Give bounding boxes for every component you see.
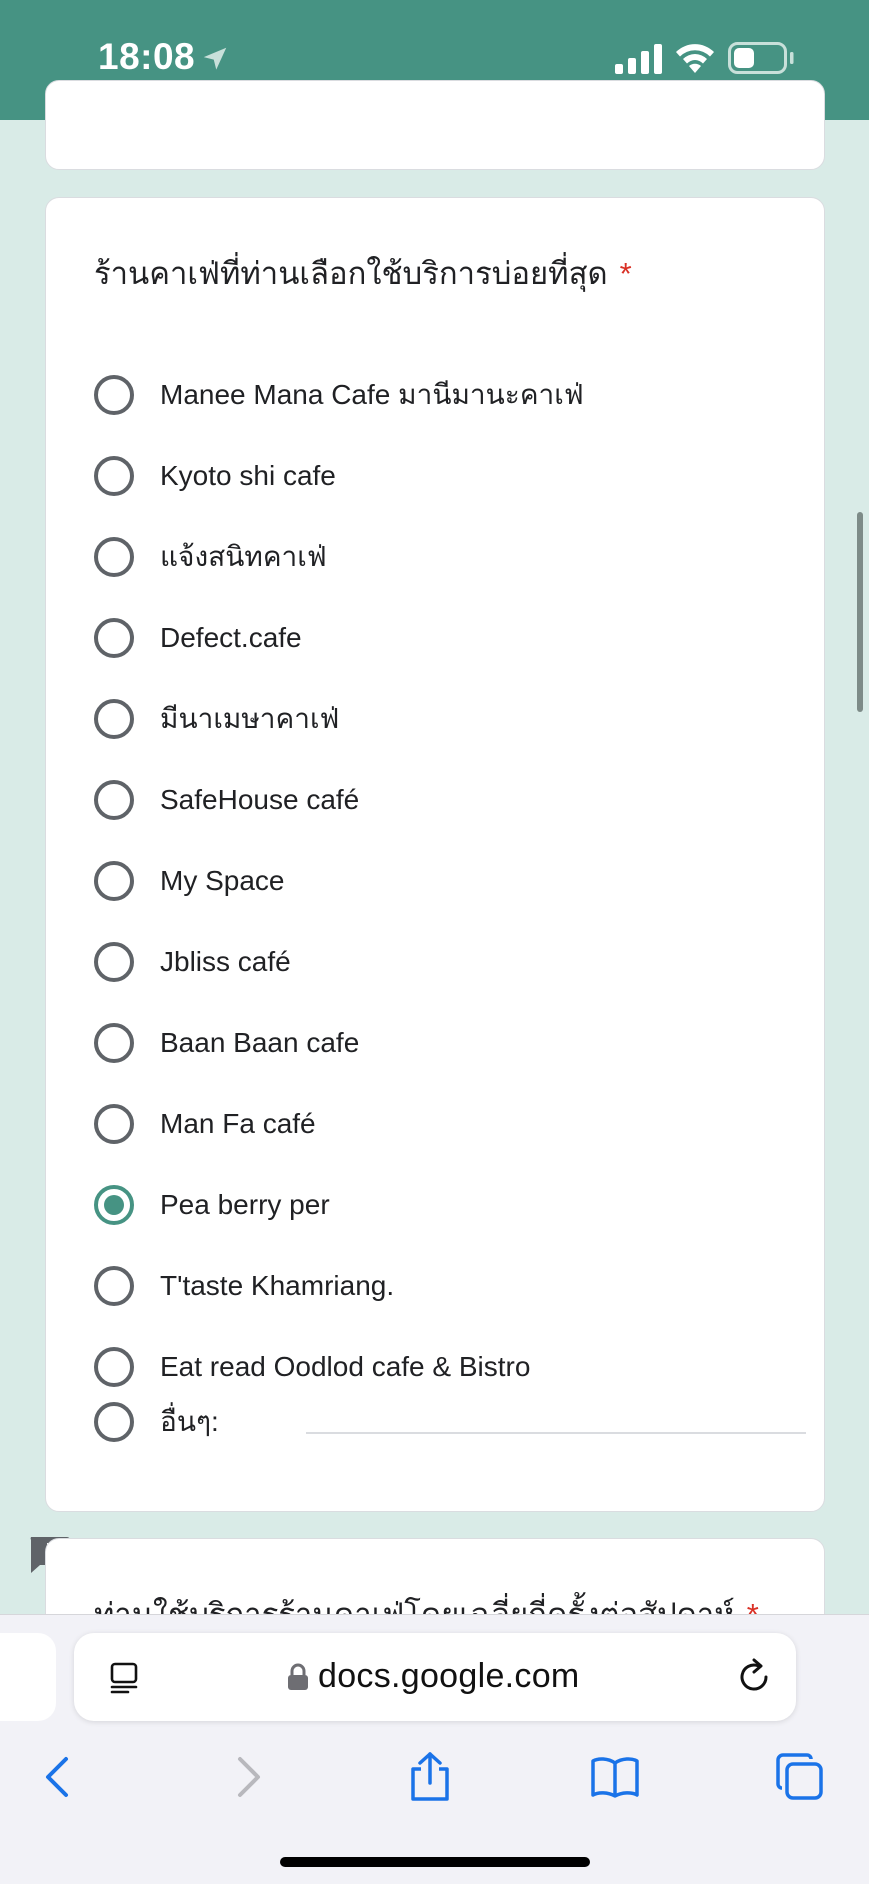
address-text[interactable]: docs.google.com [318,1657,580,1696]
option-item[interactable]: มีนาเมษาคาเฟ่ [94,689,784,749]
previous-question-card [45,80,825,170]
option-item[interactable]: Kyoto shi cafe [94,446,784,506]
option-label: Jbliss café [160,946,291,977]
option-item[interactable]: T'taste Khamriang. [94,1256,784,1316]
option-label: Eat read Oodlod cafe & Bistro [160,1351,531,1382]
previous-tab-peek[interactable] [0,1633,56,1721]
option-item[interactable]: Man Fa café [94,1094,784,1154]
option-label: Baan Baan cafe [160,1027,360,1058]
option-item[interactable]: Jbliss café [94,932,784,992]
tabs-button[interactable] [770,1747,830,1807]
option-label: T'taste Khamriang. [160,1270,395,1301]
radio-button[interactable] [94,456,134,496]
option-label: My Space [160,865,285,896]
bookmarks-button[interactable] [585,1747,645,1807]
radio-button[interactable] [94,375,134,415]
option-item[interactable]: Pea berry per [94,1175,784,1235]
option-label: Manee Mana Cafe มานีมานะคาเฟ่ [160,379,584,410]
reader-mode-icon[interactable] [108,1661,142,1695]
option-label: SafeHouse café [160,784,360,815]
status-time: 18:08 [98,36,196,77]
radio-button[interactable] [94,780,134,820]
location-arrow-icon [203,47,227,70]
option-item[interactable]: My Space [94,851,784,911]
radio-button[interactable] [94,1023,134,1063]
option-item[interactable]: แจ้งสนิทคาเฟ่ [94,527,784,587]
option-label: มีนาเมษาคาเฟ่ [160,703,340,734]
radio-button[interactable] [94,537,134,577]
home-indicator [280,1857,590,1867]
option-item[interactable]: Defect.cafe [94,608,784,668]
option-item[interactable]: SafeHouse café [94,770,784,830]
radio-button[interactable] [94,1347,134,1387]
radio-button[interactable] [94,1104,134,1144]
other-text-field[interactable] [306,1432,806,1434]
radio-button[interactable] [94,1266,134,1306]
option-label: แจ้งสนิทคาเฟ่ [160,541,327,572]
tabs-icon [776,1753,823,1800]
option-label: Kyoto shi cafe [160,460,336,491]
scroll-indicator[interactable] [857,512,863,712]
question-card: ร้านคาเฟ่ที่ท่านเลือกใช้บริการบ่อยที่สุด… [45,197,825,1512]
required-star: * [619,256,632,291]
lock-icon [288,1663,308,1690]
wifi-icon [676,44,714,73]
forward-button[interactable] [218,1747,278,1807]
radio-button[interactable] [94,861,134,901]
option-other[interactable]: อื่นๆ: [94,1392,806,1452]
radio-button[interactable] [94,699,134,739]
radio-button[interactable] [94,618,134,658]
cellular-signal-icon [615,44,662,74]
back-button[interactable] [28,1747,88,1807]
radio-button[interactable] [94,942,134,982]
address-bar[interactable]: docs.google.com [74,1633,796,1721]
question-title-text: ร้านคาเฟ่ที่ท่านเลือกใช้บริการบ่อยที่สุด [94,256,608,291]
browser-chrome: docs.google.com [0,1614,869,1884]
option-label: Pea berry per [160,1189,330,1220]
forward-chevron-icon [238,1757,260,1797]
back-chevron-icon [46,1757,68,1797]
option-label: Defect.cafe [160,622,302,653]
radio-button-checked[interactable] [94,1185,134,1225]
share-button[interactable] [400,1747,460,1807]
question-title: ร้านคาเฟ่ที่ท่านเลือกใช้บริการบ่อยที่สุด… [94,248,632,298]
share-icon [411,1752,449,1801]
option-item[interactable]: Baan Baan cafe [94,1013,784,1073]
option-item[interactable]: Eat read Oodlod cafe & Bistro [94,1337,784,1397]
bookmarks-icon [591,1757,639,1798]
option-label: Man Fa café [160,1108,316,1139]
option-other-label: อื่นๆ: [160,1406,219,1437]
option-item[interactable]: Manee Mana Cafe มานีมานะคาเฟ่ [94,365,784,425]
battery-low-icon [728,42,794,74]
radio-button[interactable] [94,1402,134,1442]
reload-icon[interactable] [734,1657,774,1697]
